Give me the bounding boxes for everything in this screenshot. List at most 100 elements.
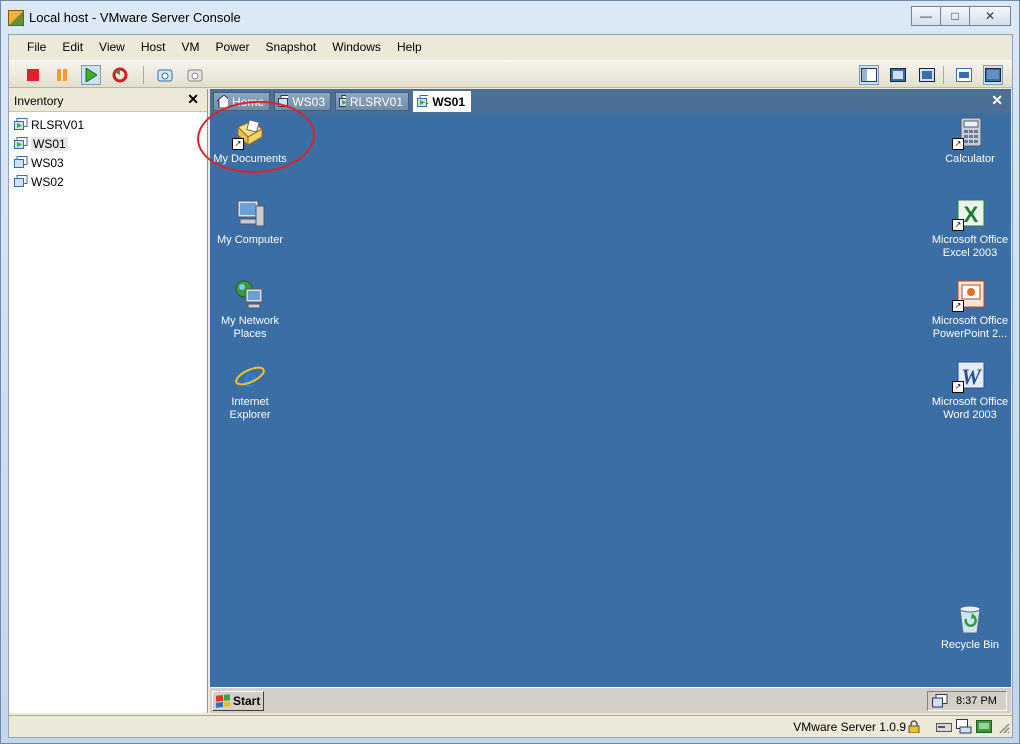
desktop-icon-network-places[interactable]: My Network Places	[210, 279, 290, 341]
full-screen-button[interactable]	[888, 65, 908, 85]
desktop-icon-powerpoint[interactable]: ↗ Microsoft Office PowerPoint 2...	[930, 279, 1010, 341]
usb-device-icon[interactable]	[976, 720, 992, 733]
inventory-item-label: WS01	[31, 136, 68, 151]
summary-view-button[interactable]	[954, 65, 974, 85]
toolbar-separator	[143, 66, 144, 84]
toolbar-separator	[943, 66, 944, 84]
inventory-item-ws03[interactable]: WS03	[9, 153, 207, 172]
app-window: Local host - VMware Server Console — □ ✕…	[0, 0, 1020, 744]
tab-label: Home	[231, 94, 264, 109]
desktop-icon-label: My Documents	[213, 153, 287, 165]
network-places-icon	[234, 279, 266, 311]
menu-edit[interactable]: Edit	[54, 40, 91, 54]
inventory-title: Inventory	[14, 94, 64, 108]
my-documents-icon: ↗	[232, 117, 266, 150]
menu-power[interactable]: Power	[208, 40, 258, 54]
inventory-panel: Inventory ✕ RLSRV01 WS01 WS03 WS02	[9, 89, 208, 713]
menu-snapshot[interactable]: Snapshot	[258, 40, 325, 54]
desktop-icon-label: My Network Places	[220, 315, 280, 340]
drive-icon[interactable]	[936, 721, 952, 733]
vm-icon	[14, 156, 28, 168]
desktop-icon-label: Recycle Bin	[940, 639, 1000, 651]
desktop-icon-label: Microsoft Office Excel 2003	[931, 234, 1009, 259]
maximize-button[interactable]: □	[940, 6, 970, 26]
suspend-button[interactable]	[52, 65, 72, 85]
menu-view[interactable]: View	[91, 40, 133, 54]
inventory-item-ws01[interactable]: WS01	[9, 134, 207, 153]
tab-rlsrv01[interactable]: RLSRV01	[335, 92, 409, 111]
word-icon: W ↗	[952, 360, 986, 393]
my-computer-icon	[234, 198, 266, 230]
svg-text:X: X	[964, 202, 979, 227]
close-tab-icon[interactable]: ✕	[991, 92, 1003, 109]
vm-console-area: Home WS03 RLSRV01 WS01 ✕ ↗ My Documents …	[210, 89, 1011, 713]
desktop-icon-my-documents[interactable]: ↗ My Documents	[210, 117, 290, 166]
status-version: VMware Server 1.0.9	[793, 720, 906, 734]
clock[interactable]: 8:37 PM	[956, 695, 997, 707]
summary-icon	[956, 68, 972, 82]
revert-snapshot-button[interactable]	[185, 65, 205, 85]
vmware-app-icon	[8, 10, 24, 26]
vm-running-icon	[14, 118, 28, 130]
vm-running-icon	[14, 137, 28, 149]
inventory-item-rlsrv01[interactable]: RLSRV01	[9, 115, 207, 134]
desktop-icon-my-computer[interactable]: My Computer	[210, 198, 290, 247]
console-view-button[interactable]	[983, 65, 1003, 85]
guest-desktop[interactable]: ↗ My Documents My Computer My Network Pl…	[210, 113, 1011, 687]
home-icon	[217, 95, 228, 108]
tab-label: WS03	[292, 94, 325, 109]
close-button[interactable]: ✕	[969, 6, 1011, 26]
menu-host[interactable]: Host	[133, 40, 174, 54]
power-on-button[interactable]	[81, 65, 101, 85]
title-bar[interactable]: Local host - VMware Server Console — □ ✕	[1, 1, 1019, 33]
desktop-icon-internet-explorer[interactable]: e Internet Explorer	[210, 360, 290, 422]
minimize-button[interactable]: —	[911, 6, 941, 26]
reset-icon	[112, 67, 128, 83]
power-off-button[interactable]	[23, 65, 43, 85]
menu-vm[interactable]: VM	[174, 40, 208, 54]
show-inventory-button[interactable]	[859, 65, 879, 85]
desktop-icon-label: Calculator	[945, 153, 995, 165]
network-adapter-icon[interactable]	[956, 719, 972, 734]
lock-icon	[908, 720, 920, 733]
start-button[interactable]: Start	[212, 691, 264, 711]
menu-help[interactable]: Help	[389, 40, 430, 54]
vmware-tools-icon[interactable]	[932, 694, 948, 708]
resize-grip-icon[interactable]	[998, 722, 1010, 734]
inventory-item-ws02[interactable]: WS02	[9, 172, 207, 191]
inventory-close-icon[interactable]: ✕	[187, 91, 199, 108]
window-controls: — □ ✕	[911, 6, 1011, 26]
snapshot-button[interactable]	[155, 65, 175, 85]
system-tray: 8:37 PM	[927, 691, 1007, 711]
vm-running-icon	[417, 95, 429, 107]
menu-windows[interactable]: Windows	[324, 40, 389, 54]
toolbar	[9, 60, 1012, 88]
inventory-item-label: RLSRV01	[31, 117, 85, 132]
console-client: File Edit View Host VM Power Snapshot Wi…	[8, 34, 1013, 738]
excel-icon: X ↗	[952, 198, 986, 231]
powerpoint-icon: ↗	[952, 279, 986, 312]
desktop-icon-label: Internet Explorer	[229, 396, 271, 421]
window-title: Local host - VMware Server Console	[29, 10, 241, 25]
console-icon	[985, 68, 1001, 82]
play-icon	[85, 68, 97, 82]
reset-button[interactable]	[110, 65, 130, 85]
svg-text:W: W	[961, 364, 982, 389]
sidebar-icon	[861, 68, 877, 82]
windows-flag-icon	[216, 694, 230, 708]
guest-taskbar: Start 8:37 PM	[210, 687, 1011, 713]
desktop-icon-recycle-bin[interactable]: Recycle Bin	[930, 603, 1010, 652]
desktop-icon-label: Microsoft Office Word 2003	[931, 396, 1009, 421]
tab-ws03[interactable]: WS03	[274, 92, 331, 111]
quick-switch-button[interactable]	[917, 65, 937, 85]
tab-home[interactable]: Home	[213, 92, 270, 111]
calculator-icon: ↗	[952, 117, 986, 150]
desktop-icon-calculator[interactable]: ↗ Calculator	[930, 117, 1010, 166]
desktop-icon-word[interactable]: W ↗ Microsoft Office Word 2003	[930, 360, 1010, 422]
tab-ws01[interactable]: WS01	[413, 91, 471, 112]
menu-bar: File Edit View Host VM Power Snapshot Wi…	[9, 35, 1012, 59]
desktop-icon-excel[interactable]: X ↗ Microsoft Office Excel 2003	[930, 198, 1010, 260]
status-bar: VMware Server 1.0.9	[9, 715, 1012, 737]
menu-file[interactable]: File	[19, 40, 54, 54]
start-label: Start	[233, 694, 261, 708]
